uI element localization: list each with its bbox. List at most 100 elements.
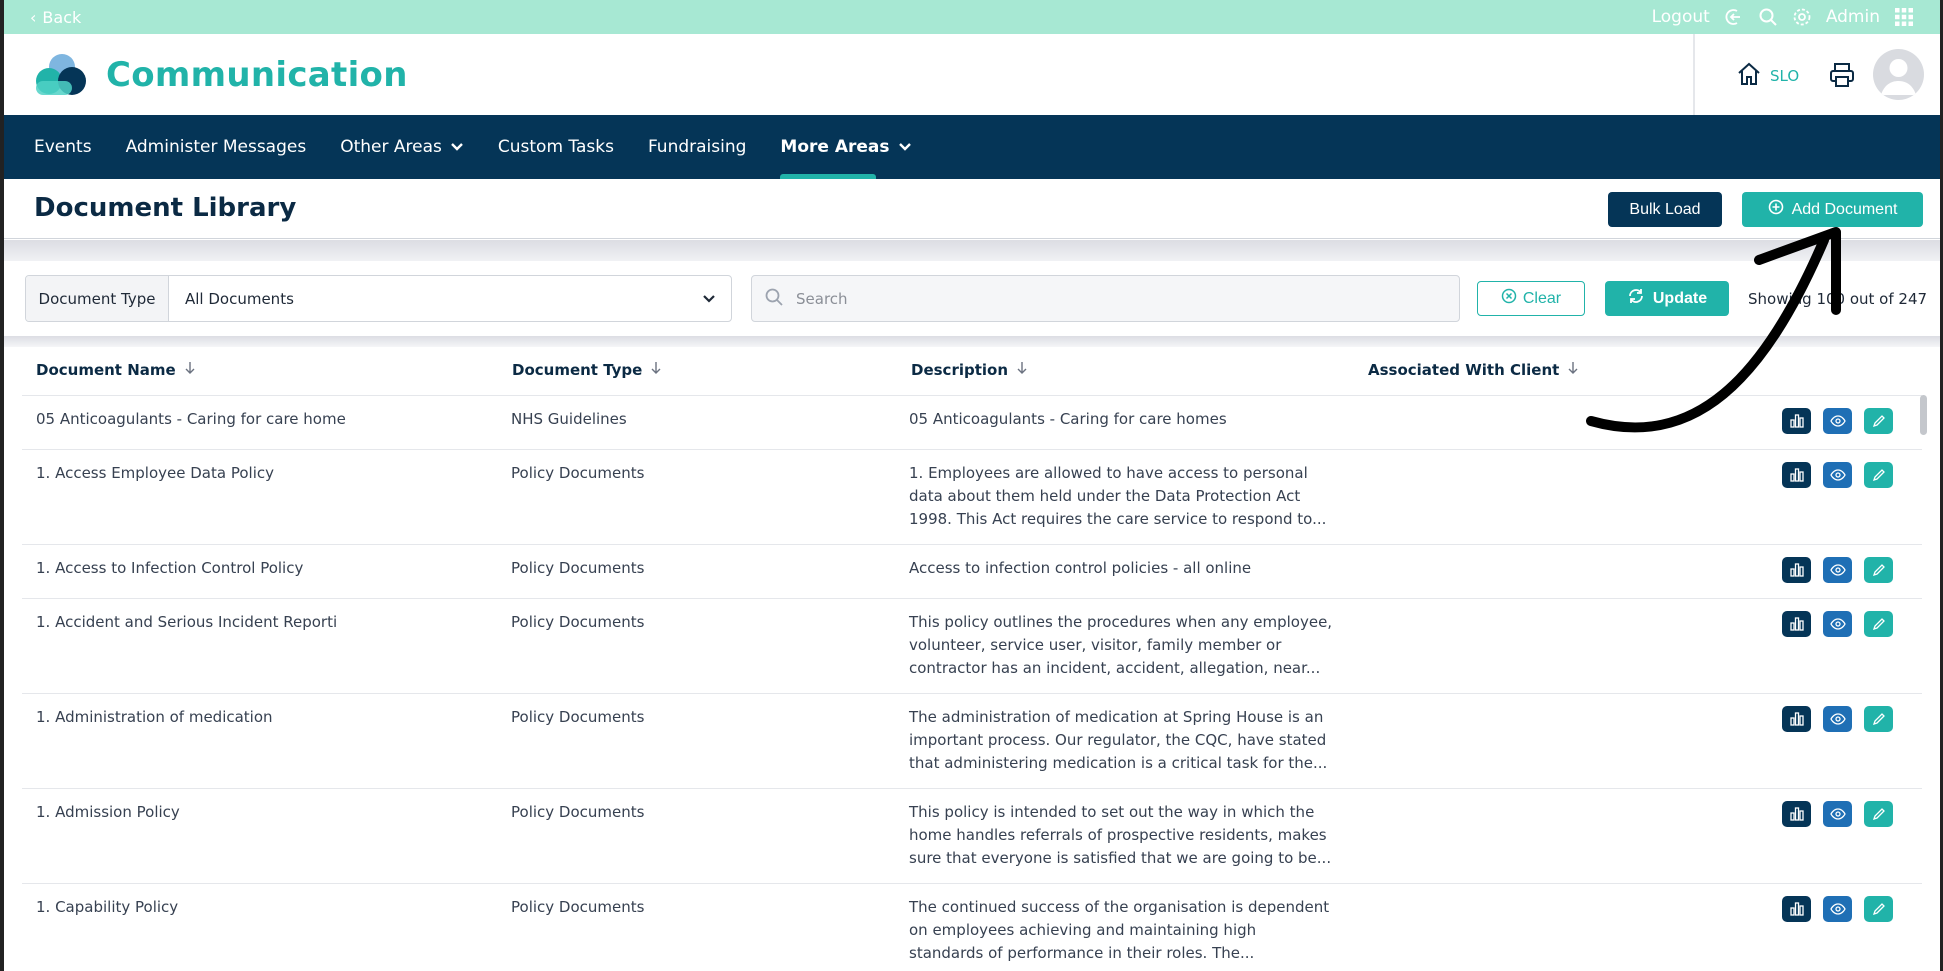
nav-item-events[interactable]: Events [34,115,92,179]
pencil-icon[interactable] [1864,801,1893,827]
printer-icon[interactable] [1828,61,1856,93]
document-type-select[interactable]: Document Type All Documents [25,275,732,322]
app-title: Communication [106,54,408,95]
home-link[interactable]: SLO [1736,62,1799,90]
chart-icon[interactable] [1782,462,1811,488]
table-row[interactable]: 1. Administration of medication Policy D… [22,693,1922,788]
document-name-cell: 05 Anticoagulants - Caring for care home [36,410,346,428]
description-line: Access to infection control policies - a… [909,559,1252,577]
annotation-arrow-icon [1586,227,1841,433]
table-row[interactable]: 1. Access to Infection Control Policy Po… [22,544,1922,598]
description-cell: This policy outlines the procedures when… [909,611,1339,680]
table-row[interactable]: 1. Accident and Serious Incident Reporti… [22,598,1922,693]
table-row[interactable]: 1. Capability Policy Policy Documents Th… [22,883,1922,971]
table-row[interactable]: 1. Admission Policy Policy Documents Thi… [22,788,1922,883]
description-line: data about them held under the Data Prot… [909,487,1301,505]
description-cell: The continued success of the organisatio… [909,896,1339,965]
pencil-icon[interactable] [1864,462,1893,488]
avatar[interactable] [1873,49,1924,100]
table-scrollbar[interactable] [1920,395,1927,435]
search-box [751,275,1460,322]
chart-icon[interactable] [1782,896,1811,922]
clear-label: Clear [1522,289,1562,307]
eye-icon[interactable] [1823,557,1852,583]
document-name-cell: 1. Admission Policy [36,803,180,821]
description-cell: Access to infection control policies - a… [909,557,1339,580]
back-label: Back [42,7,82,27]
sort-arrow-icon [1016,361,1028,379]
logout-icon[interactable] [1724,7,1744,27]
back-link[interactable]: ‹ Back [30,8,81,27]
nav-item-custom-tasks[interactable]: Custom Tasks [498,115,614,179]
nav-item-more-areas[interactable]: More Areas [780,115,911,179]
eye-icon[interactable] [1823,462,1852,488]
description-line: 1998. This Act requires the care service… [909,510,1327,528]
chevron-down-icon [687,276,731,321]
description-line: This policy outlines the procedures when… [909,613,1333,631]
chart-icon[interactable] [1782,801,1811,827]
nav-item-other-areas[interactable]: Other Areas [340,115,464,179]
header-divider [1693,34,1695,115]
description-cell: This policy is intended to set out the w… [909,801,1339,870]
user-label[interactable]: Admin [1826,7,1880,27]
pencil-icon[interactable] [1864,611,1893,637]
eye-icon[interactable] [1823,706,1852,732]
description-cell: The administration of medication at Spri… [909,706,1339,775]
gear-icon[interactable] [1792,7,1812,27]
column-header-document-type[interactable]: Document Type [512,361,662,379]
document-name-cell: 1. Administration of medication [36,708,273,726]
chart-icon[interactable] [1782,611,1811,637]
nav-label: Events [34,137,92,157]
row-actions [1782,462,1893,488]
home-icon [1736,62,1762,90]
search-input[interactable] [796,289,1396,308]
description-line: This policy is intended to set out the w… [909,803,1315,821]
nav-item-fundraising[interactable]: Fundraising [648,115,746,179]
column-header-associated-with-client[interactable]: Associated With Client [1368,361,1579,379]
nav-item-administer-messages[interactable]: Administer Messages [126,115,307,179]
documents-table: Document Name Document Type Description … [4,347,1940,971]
description-line: home handles referrals of prospective re… [909,826,1327,844]
clear-button[interactable]: Clear [1477,281,1585,316]
chart-icon[interactable] [1782,706,1811,732]
document-type-cell: Policy Documents [511,803,645,821]
sort-arrow-icon [650,361,662,379]
document-type-cell: Policy Documents [511,559,645,577]
column-label: Associated With Client [1368,361,1560,379]
column-header-description[interactable]: Description [911,361,1028,379]
search-icon [764,287,784,311]
apps-grid-icon[interactable] [1894,7,1914,27]
search-icon[interactable] [1758,7,1778,27]
chevron-down-icon [450,137,464,157]
eye-icon[interactable] [1823,801,1852,827]
nav-label: More Areas [780,137,890,157]
document-type-cell: Policy Documents [511,898,645,916]
column-label: Document Name [36,361,176,379]
app-header: Communication SLO [4,34,1940,115]
main-nav: Events Administer Messages Other Areas C… [4,115,1940,179]
row-actions [1782,896,1893,922]
top-bar: ‹ Back Logout Admin [4,0,1940,34]
description-line: standards of performance in their roles.… [909,944,1255,962]
nav-label: Administer Messages [125,137,307,157]
chevron-down-icon [898,137,912,157]
document-name-cell: 1. Accident and Serious Incident Reporti [36,613,338,631]
description-line: volunteer, service user, visitor, family… [909,636,1282,654]
pencil-icon[interactable] [1864,896,1893,922]
document-type-value: All Documents [185,289,294,308]
pencil-icon[interactable] [1864,706,1893,732]
eye-icon[interactable] [1823,896,1852,922]
chevron-left-icon: ‹ [30,7,37,27]
description-line: 1. Employees are allowed to have access … [909,464,1308,482]
pencil-icon[interactable] [1864,557,1893,583]
logout-link[interactable]: Logout [1652,7,1710,27]
document-type-cell: Policy Documents [511,613,645,631]
sort-arrow-icon [184,361,196,379]
table-row[interactable]: 1. Access Employee Data Policy Policy Do… [22,449,1922,544]
document-type-cell: Policy Documents [511,464,645,482]
description-line: on employees achieving and maintaining h… [909,921,1257,939]
chart-icon[interactable] [1782,557,1811,583]
close-circle-icon [1501,288,1517,309]
column-header-document-name[interactable]: Document Name [36,361,196,379]
eye-icon[interactable] [1823,611,1852,637]
